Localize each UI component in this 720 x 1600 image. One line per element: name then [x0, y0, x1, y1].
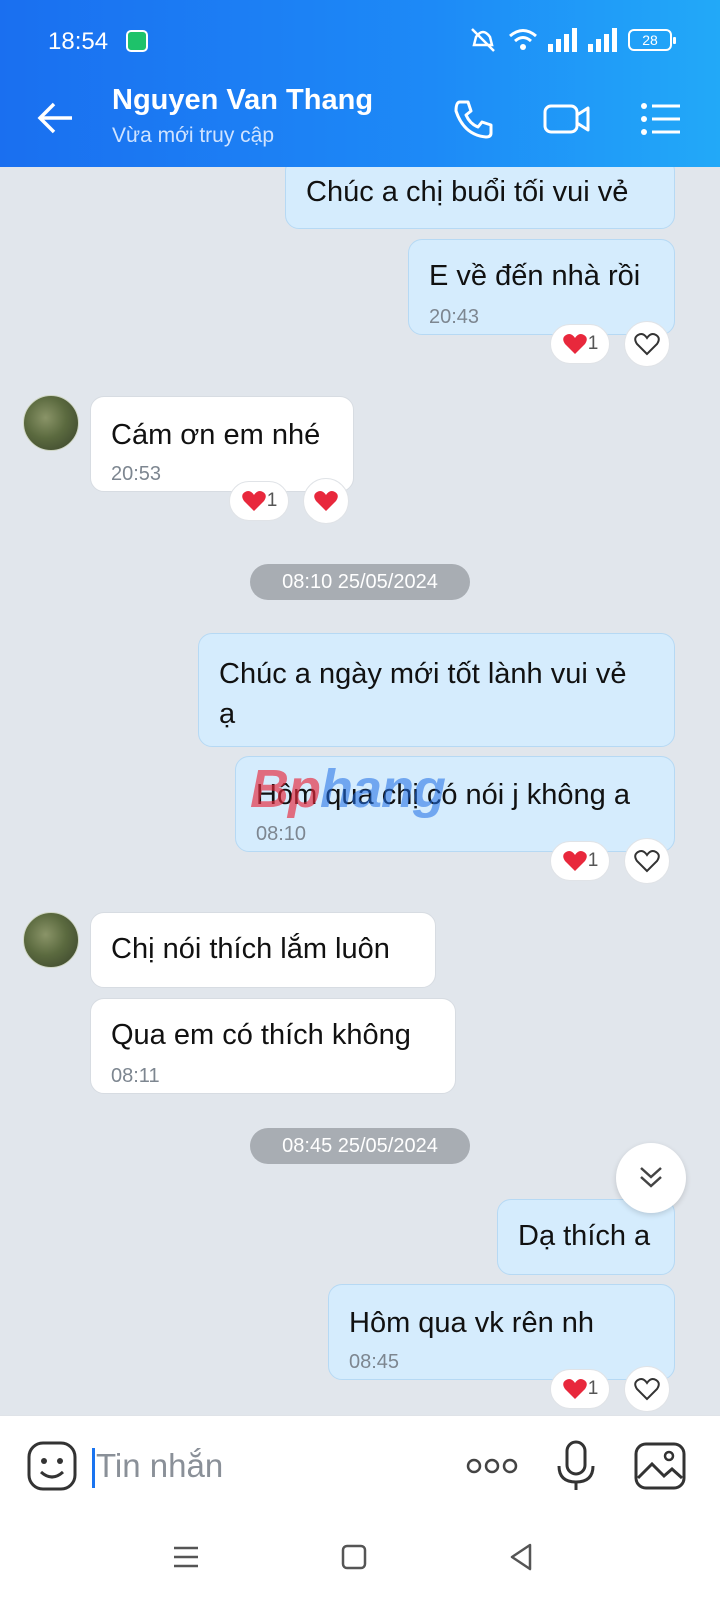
image-gallery-icon[interactable] [632, 1438, 688, 1494]
message-text: Chúc a chị buổi tối vui vẻ [306, 176, 629, 208]
reaction-summary[interactable]: 1 [550, 324, 610, 364]
react-button[interactable] [624, 321, 670, 367]
video-camera-icon[interactable] [542, 94, 592, 144]
status-time: 18:54 [48, 28, 109, 55]
heart-icon [562, 851, 587, 871]
heart-outline-icon [634, 850, 660, 873]
contact-avatar[interactable] [23, 395, 79, 451]
emoji-icon[interactable] [24, 1438, 80, 1494]
message-bubble-outgoing[interactable]: Chúc a chị buổi tối vui vẻ [285, 167, 675, 229]
heart-icon [241, 491, 266, 511]
message-text: Cám ơn em nhé [111, 419, 321, 451]
message-text: Dạ thích a [518, 1220, 651, 1252]
top-bar: 18:54 28 Nguyen Van Thang Vừa mới truy c… [0, 0, 720, 167]
menu-list-icon[interactable] [636, 94, 686, 144]
message-input[interactable]: Tin nhắn [92, 1438, 432, 1494]
mute-icon [471, 28, 495, 52]
chat-header: Nguyen Van Thang Vừa mới truy cập [0, 72, 720, 167]
message-text: Chị nói thích lắm luôn [111, 933, 390, 965]
react-button[interactable] [624, 838, 670, 884]
message-time: 20:43 [429, 306, 480, 328]
message-bubble-incoming[interactable]: Cám ơn em nhé 20:53 [90, 396, 354, 492]
message-text: Qua em có thích không [111, 1019, 411, 1051]
heart-outline-icon [634, 1378, 660, 1401]
contact-name[interactable]: Nguyen Van Thang [112, 84, 373, 117]
react-button[interactable] [624, 1366, 670, 1412]
home-icon[interactable] [336, 1539, 372, 1575]
status-icons: 28 [468, 27, 676, 53]
more-dots-icon[interactable] [464, 1438, 520, 1494]
status-bar: 18:54 28 [0, 0, 720, 72]
heart-icon [562, 1379, 587, 1399]
reaction-count: 1 [587, 333, 599, 354]
watermark-logo: Bphang [250, 759, 446, 819]
signal-icon [548, 28, 577, 52]
wifi-icon [509, 29, 537, 50]
system-navigation-bar [0, 1515, 720, 1600]
reaction-count: 1 [266, 490, 278, 511]
message-bubble-outgoing[interactable]: E về đến nhà rồi 20:43 [408, 239, 675, 335]
react-button[interactable] [303, 478, 349, 524]
scroll-to-bottom-button[interactable] [616, 1143, 686, 1213]
message-time: 20:53 [111, 463, 162, 485]
message-time: 08:10 [256, 823, 307, 845]
heart-outline-icon [634, 333, 660, 356]
date-separator: 08:10 25/05/2024 [250, 564, 470, 600]
message-list[interactable]: Chúc a chị buổi tối vui vẻ E về đến nhà … [0, 167, 720, 1415]
microphone-icon[interactable] [548, 1438, 604, 1494]
chevron-double-down-icon [640, 1167, 662, 1188]
message-text: Chúc a ngày mới tốt lành vui vẻ ạ [219, 658, 627, 730]
reaction-count: 1 [587, 850, 599, 871]
contact-status: Vừa mới truy cập [112, 124, 275, 147]
signal-icon-2 [588, 28, 617, 52]
message-bubble-outgoing[interactable]: Chúc a ngày mới tốt lành vui vẻ ạ [198, 633, 675, 747]
recent-apps-icon[interactable] [168, 1539, 204, 1575]
reaction-count: 1 [587, 1378, 599, 1399]
reaction-summary[interactable]: 1 [229, 481, 289, 521]
reaction-summary[interactable]: 1 [550, 1369, 610, 1409]
message-time: 08:11 [111, 1065, 160, 1087]
app-notification-icon [126, 30, 148, 52]
message-bubble-incoming[interactable]: Chị nói thích lắm luôn [90, 912, 436, 988]
composer-bar: Tin nhắn [0, 1415, 720, 1515]
heart-icon [562, 334, 587, 354]
heart-icon [314, 491, 338, 511]
message-text: E về đến nhà rồi [429, 260, 641, 292]
contact-avatar[interactable] [23, 912, 79, 968]
message-bubble-incoming[interactable]: Qua em có thích không 08:11 [90, 998, 456, 1094]
message-text: Hôm qua vk rên nh [349, 1307, 595, 1339]
back-arrow-icon[interactable] [34, 96, 78, 140]
message-time: 08:45 [349, 1351, 400, 1373]
reaction-summary[interactable]: 1 [550, 841, 610, 881]
message-bubble-outgoing[interactable]: Hôm qua vk rên nh 08:45 [328, 1284, 675, 1380]
phone-icon[interactable] [448, 94, 498, 144]
battery-icon: 28 [628, 29, 676, 51]
back-triangle-icon[interactable] [504, 1539, 540, 1575]
date-separator: 08:45 25/05/2024 [250, 1128, 470, 1164]
